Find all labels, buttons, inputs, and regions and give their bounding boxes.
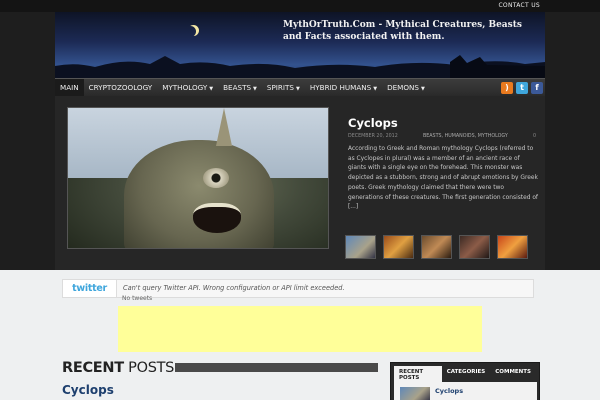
slider-thumbnail[interactable] bbox=[345, 235, 376, 259]
rss-icon[interactable]: ) bbox=[501, 82, 513, 94]
caret-down-icon: ▼ bbox=[295, 86, 300, 92]
caret-down-icon: ▼ bbox=[209, 86, 214, 92]
nav-item-beasts[interactable]: BEASTS ▼ bbox=[218, 79, 262, 97]
nav-item-cryptozoology[interactable]: CRYPTOZOOLOGY bbox=[84, 79, 158, 97]
nav-item-mythology[interactable]: MYTHOLOGY ▼ bbox=[157, 79, 218, 97]
twitter-logo[interactable]: twitter bbox=[63, 280, 117, 297]
top-bar: CONTACT US bbox=[0, 0, 600, 12]
moon-icon bbox=[185, 26, 196, 37]
main-navigation: MAIN CRYPTOZOOLOGY MYTHOLOGY ▼ BEASTS ▼ SPIRIT… bbox=[55, 78, 545, 97]
sidebar-post-thumbnail[interactable] bbox=[400, 387, 430, 400]
heading-divider bbox=[175, 363, 378, 372]
caret-down-icon: ▼ bbox=[420, 86, 425, 92]
sidebar-tabs-widget: RECENT POSTS CATEGORIES COMMENTS Cyclops bbox=[390, 362, 540, 400]
nav-item-main[interactable]: MAIN bbox=[55, 79, 84, 97]
site-header[interactable]: MythOrTruth.Com - Mythical Creatures, Be… bbox=[55, 12, 545, 78]
post-date: DECEMBER 20, 2012 bbox=[348, 134, 398, 139]
nav-item-spirits[interactable]: SPIRITS ▼ bbox=[262, 79, 305, 97]
slider-thumbnail[interactable] bbox=[459, 235, 490, 259]
featured-post-title[interactable]: Cyclops bbox=[348, 116, 398, 130]
social-icons: ) t f bbox=[501, 82, 543, 94]
twitter-error-message: Can't query Twitter API. Wrong configura… bbox=[123, 284, 345, 292]
featured-slider: Cyclops DECEMBER 20, 2012 BEASTS, HUMANO… bbox=[55, 96, 545, 272]
slider-thumbnail[interactable] bbox=[383, 235, 414, 259]
caret-down-icon: ▼ bbox=[373, 86, 378, 92]
comment-count[interactable]: 0 bbox=[533, 134, 536, 139]
featured-post-meta: DECEMBER 20, 2012 BEASTS, HUMANOIDS, MYT… bbox=[348, 134, 536, 139]
contact-us-link[interactable]: CONTACT US bbox=[498, 2, 540, 9]
ad-banner[interactable] bbox=[118, 306, 482, 352]
caret-down-icon: ▼ bbox=[253, 86, 257, 92]
recent-posts-heading: RECENT POSTS bbox=[62, 360, 175, 376]
slider-thumbnails bbox=[345, 235, 528, 259]
twitter-no-tweets: No tweets bbox=[122, 295, 153, 302]
facebook-icon[interactable]: f bbox=[531, 82, 543, 94]
post-title-link[interactable]: Cyclops bbox=[62, 383, 114, 397]
landscape-silhouette bbox=[55, 55, 545, 78]
sidebar-post-link[interactable]: Cyclops bbox=[435, 387, 463, 395]
site-title[interactable]: MythOrTruth.Com - Mythical Creatures, Be… bbox=[283, 19, 533, 43]
nav-item-demons[interactable]: DEMONS ▼ bbox=[382, 79, 430, 97]
featured-image[interactable] bbox=[67, 107, 329, 249]
featured-post-excerpt: According to Greek and Roman mythology C… bbox=[348, 146, 538, 211]
post-tags[interactable]: BEASTS, HUMANOIDS, MYTHOLOGY bbox=[423, 134, 508, 139]
slider-thumbnail[interactable] bbox=[497, 235, 528, 259]
slider-thumbnail[interactable] bbox=[421, 235, 452, 259]
nav-item-hybrid-humans[interactable]: HYBRID HUMANS ▼ bbox=[305, 79, 382, 97]
sidebar-post-list: Cyclops bbox=[394, 382, 537, 400]
twitter-icon[interactable]: t bbox=[516, 82, 528, 94]
